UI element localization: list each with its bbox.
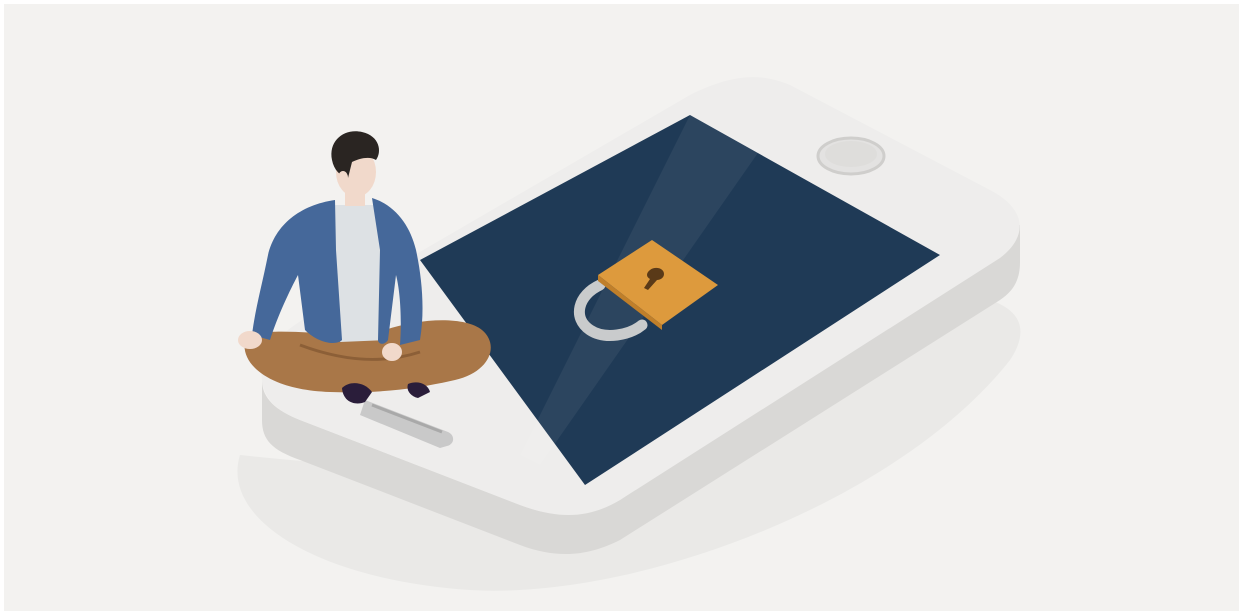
ear [338,171,348,185]
hand-right [382,343,402,361]
hand-left [238,331,262,349]
home-button-inner [825,141,877,167]
illustration-scene [0,0,1243,615]
illustration-canvas [0,0,1243,615]
